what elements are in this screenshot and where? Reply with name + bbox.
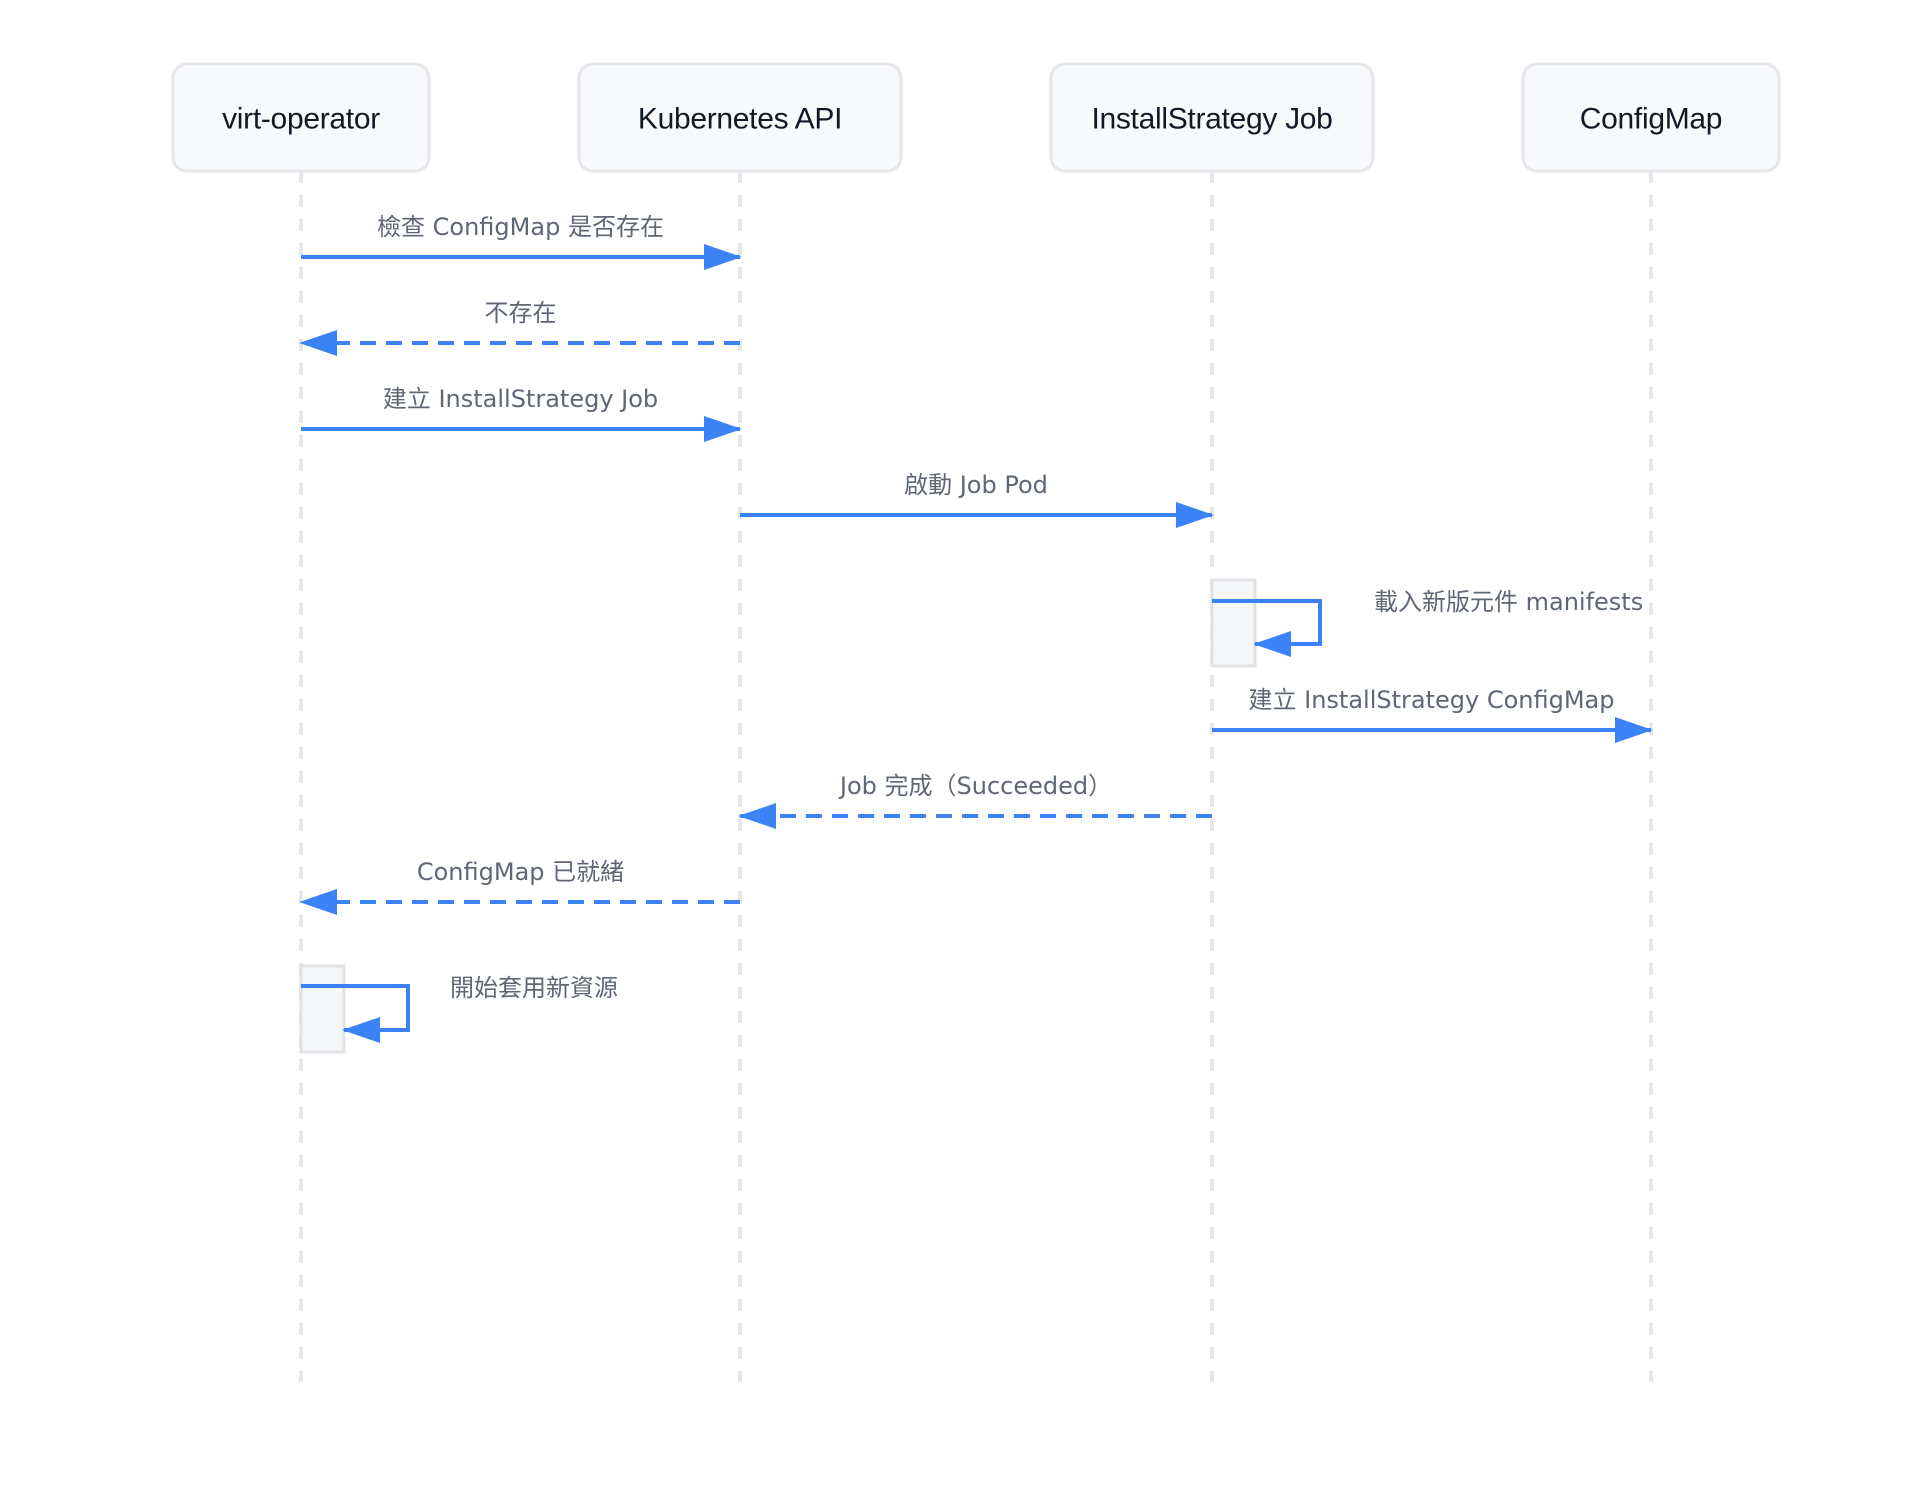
participant-label: Kubernetes API	[638, 103, 842, 136]
message-label: 建立 InstallStrategy Job	[383, 385, 658, 413]
message-2: 不存在	[299, 299, 740, 356]
message-8: ConfigMap 已就緒	[299, 858, 740, 915]
participants: virt-operator Kubernetes API InstallStrate…	[171, 62, 1781, 173]
message-label: 建立 InstallStrategy ConfigMap	[1249, 686, 1615, 714]
sequence-diagram: virt-operator Kubernetes API InstallStrate…	[171, 62, 1781, 1382]
messages: 檢查 ConfigMap 是否存在不存在建立 InstallStrategy J…	[299, 213, 1653, 1054]
message-label: 不存在	[485, 299, 557, 327]
message-9: 開始套用新資源	[299, 964, 618, 1054]
message-6: 建立 InstallStrategy ConfigMap	[1212, 686, 1653, 743]
participant-label: InstallStrategy Job	[1091, 103, 1332, 136]
message-label: 檢查 ConfigMap 是否存在	[377, 213, 664, 241]
participant-cm: ConfigMap	[1521, 62, 1781, 173]
activation-box	[1210, 578, 1257, 668]
message-label: 啟動 Job Pod	[904, 471, 1048, 499]
participant-operator: virt-operator	[171, 62, 431, 173]
message-5: 載入新版元件 manifests	[1210, 578, 1643, 668]
message-4: 啟動 Job Pod	[740, 471, 1214, 528]
participant-api: Kubernetes API	[577, 62, 903, 173]
message-label: 載入新版元件 manifests	[1374, 588, 1643, 616]
message-label: Job 完成（Succeeded）	[838, 772, 1112, 800]
message-7: Job 完成（Succeeded）	[738, 772, 1212, 829]
participant-label: virt-operator	[222, 103, 380, 136]
participant-label: ConfigMap	[1580, 103, 1722, 136]
participant-job: InstallStrategy Job	[1049, 62, 1375, 173]
activation-box	[299, 964, 346, 1054]
message-label: 開始套用新資源	[450, 974, 618, 1002]
message-3: 建立 InstallStrategy Job	[301, 385, 742, 442]
message-label: ConfigMap 已就緒	[417, 858, 624, 886]
message-1: 檢查 ConfigMap 是否存在	[301, 213, 742, 270]
